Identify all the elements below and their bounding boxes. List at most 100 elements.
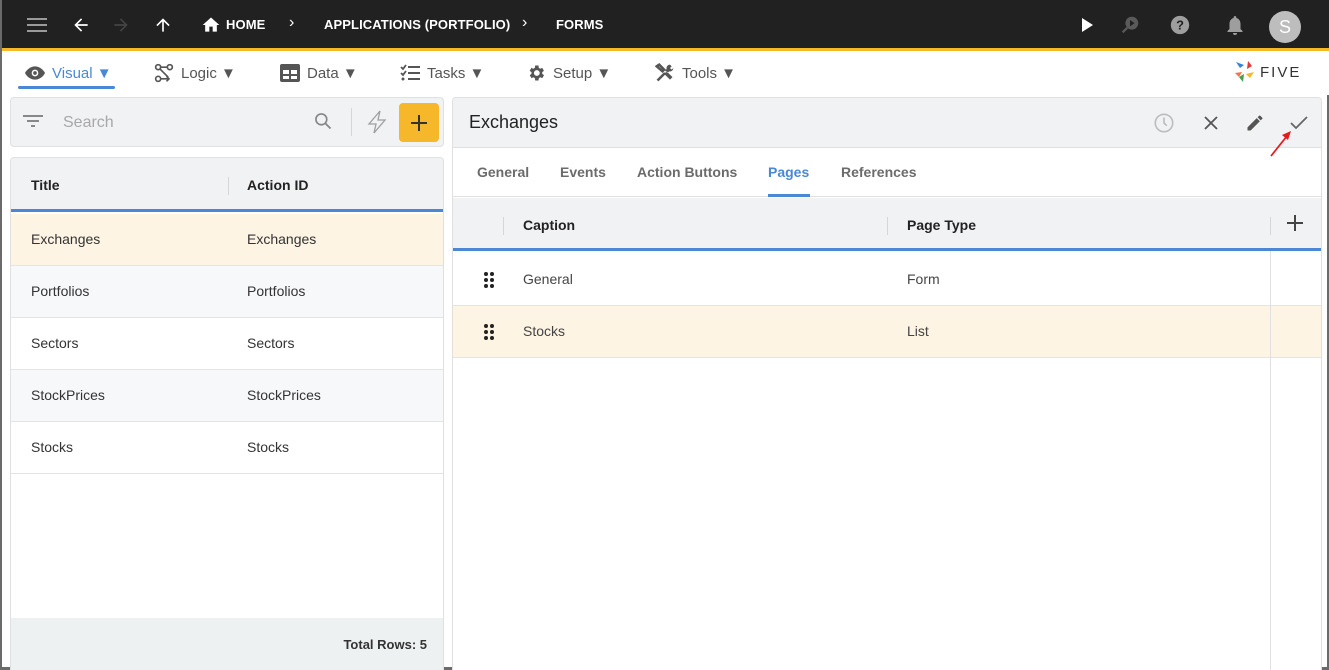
chevron-right-icon: ›	[289, 14, 295, 31]
cell-page-type: Form	[907, 271, 940, 287]
menu-setup[interactable]: Setup ▼	[525, 61, 611, 85]
app-window: HOME › APPLICATIONS (PORTFOLIO) › FORMS …	[0, 0, 1329, 670]
five-logo-icon	[1235, 61, 1254, 82]
filter-icon[interactable]	[23, 113, 43, 134]
cell-action-id: Portfolios	[247, 283, 306, 299]
lightning-icon[interactable]	[366, 110, 388, 139]
menu-visual-label: Visual ▼	[52, 64, 112, 82]
divider	[351, 108, 352, 136]
forms-list: Title Action ID Exchanges Exchanges Port…	[10, 157, 444, 670]
column-header-action-id[interactable]: Action ID	[247, 177, 308, 193]
top-bar: HOME › APPLICATIONS (PORTFOLIO) › FORMS …	[2, 0, 1329, 51]
search-icon[interactable]	[313, 111, 333, 136]
logic-icon	[153, 62, 175, 84]
tab-references[interactable]: References	[841, 164, 917, 180]
cell-caption: Stocks	[523, 323, 566, 339]
list-row[interactable]: Sectors Sectors	[11, 318, 443, 370]
cell-title: Exchanges	[31, 231, 101, 247]
menu-data-label: Data ▼	[307, 64, 358, 82]
breadcrumb-home[interactable]: HOME	[226, 17, 265, 32]
menu-tools-label: Tools ▼	[682, 64, 737, 82]
edit-icon[interactable]	[1242, 110, 1268, 136]
back-arrow-icon[interactable]	[70, 14, 92, 36]
bell-icon[interactable]	[1224, 14, 1246, 36]
tab-action-buttons[interactable]: Action Buttons	[637, 164, 737, 180]
detail-tabs: General Events Action Buttons Pages Refe…	[453, 148, 1321, 197]
eye-icon	[24, 62, 46, 84]
plus-icon	[411, 114, 427, 131]
cell-action-id: Exchanges	[247, 231, 317, 247]
cell-action-id: Stocks	[247, 439, 290, 455]
cell-caption: General	[523, 271, 573, 287]
play-icon[interactable]	[1076, 14, 1098, 36]
search-play-icon[interactable]	[1119, 14, 1141, 36]
up-arrow-icon[interactable]	[152, 14, 174, 36]
cell-page-type: List	[907, 323, 929, 339]
forward-arrow-icon[interactable]	[110, 14, 132, 36]
column-header-title[interactable]: Title	[31, 177, 60, 193]
cell-title: Stocks	[31, 439, 74, 455]
menu-icon[interactable]	[26, 14, 48, 36]
total-rows: Total Rows: 5	[343, 637, 427, 652]
pages-grid-header: Caption Page Type	[453, 198, 1321, 251]
cell-action-id: Sectors	[247, 335, 295, 351]
breadcrumb-forms[interactable]: FORMS	[556, 17, 603, 32]
avatar[interactable]: S	[1269, 11, 1301, 43]
cell-title: StockPrices	[31, 387, 105, 403]
gear-icon	[525, 62, 547, 84]
column-header-page-type[interactable]: Page Type	[907, 217, 976, 233]
add-page-button[interactable]	[1287, 215, 1303, 236]
list-row[interactable]: Stocks Stocks	[11, 422, 443, 474]
search-input[interactable]	[63, 110, 303, 136]
active-tab-indicator	[768, 194, 810, 197]
history-icon[interactable]	[1151, 110, 1177, 136]
breadcrumb-applications[interactable]: APPLICATIONS (PORTFOLIO)	[324, 17, 510, 32]
pages-row[interactable]: General Form	[453, 254, 1321, 306]
menu-tasks-label: Tasks ▼	[427, 64, 485, 82]
menu-setup-label: Setup ▼	[553, 64, 612, 82]
tab-pages[interactable]: Pages	[768, 164, 809, 180]
drag-handle-icon[interactable]	[483, 323, 495, 341]
tab-events[interactable]: Events	[560, 164, 606, 180]
add-button[interactable]	[399, 103, 439, 142]
menu-logic-label: Logic ▼	[181, 64, 236, 82]
home-icon[interactable]	[200, 14, 222, 36]
cell-title: Portfolios	[31, 283, 90, 299]
menu-tasks[interactable]: Tasks ▼	[399, 61, 484, 85]
list-footer: Total Rows: 5	[11, 618, 443, 670]
chevron-right-icon: ›	[522, 14, 528, 31]
tools-icon	[654, 62, 676, 84]
menu-visual[interactable]: Visual ▼	[24, 61, 112, 85]
column-resize-handle[interactable]	[1270, 217, 1271, 235]
plus-icon	[1287, 215, 1303, 231]
table-icon	[279, 62, 301, 84]
menu-logic[interactable]: Logic ▼	[153, 61, 236, 85]
svg-text:?: ?	[1176, 18, 1184, 33]
search-bar	[10, 97, 444, 147]
detail-header: Exchanges	[453, 98, 1321, 157]
menu-data[interactable]: Data ▼	[279, 61, 358, 85]
cell-action-id: StockPrices	[247, 387, 321, 403]
list-row[interactable]: StockPrices StockPrices	[11, 370, 443, 422]
grid-column-divider	[1270, 251, 1271, 670]
five-logo: FIVE	[1234, 60, 1301, 84]
close-icon[interactable]	[1198, 110, 1224, 136]
checklist-icon	[399, 62, 421, 84]
column-resize-handle[interactable]	[443, 177, 444, 195]
detail-panel: Exchanges General Events Action Buttons …	[452, 97, 1322, 670]
pages-row[interactable]: Stocks List	[453, 306, 1321, 358]
list-row[interactable]: Portfolios Portfolios	[11, 266, 443, 318]
list-row[interactable]: Exchanges Exchanges	[11, 214, 443, 266]
menu-tools[interactable]: Tools ▼	[654, 61, 736, 85]
five-logo-text: FIVE	[1260, 63, 1302, 81]
active-menu-indicator	[18, 86, 115, 89]
tab-general[interactable]: General	[477, 164, 529, 180]
column-header-caption[interactable]: Caption	[523, 217, 575, 233]
help-icon[interactable]: ?	[1169, 14, 1191, 36]
column-resize-handle[interactable]	[887, 217, 888, 235]
cell-title: Sectors	[31, 335, 79, 351]
drag-handle-icon[interactable]	[483, 271, 495, 289]
column-resize-handle[interactable]	[503, 217, 504, 235]
list-header: Title Action ID	[11, 158, 443, 212]
column-resize-handle[interactable]	[228, 177, 229, 195]
